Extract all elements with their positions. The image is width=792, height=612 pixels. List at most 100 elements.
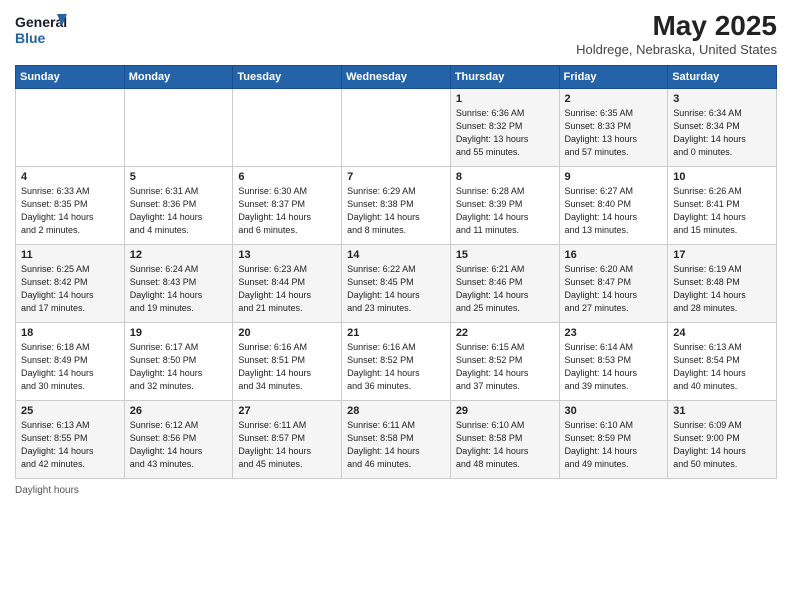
calendar-cell bbox=[124, 89, 233, 167]
day-info: Sunrise: 6:16 AM Sunset: 8:52 PM Dayligh… bbox=[347, 341, 445, 393]
day-number: 7 bbox=[347, 171, 445, 183]
day-info: Sunrise: 6:10 AM Sunset: 8:59 PM Dayligh… bbox=[565, 419, 663, 471]
day-info: Sunrise: 6:29 AM Sunset: 8:38 PM Dayligh… bbox=[347, 185, 445, 237]
day-number: 10 bbox=[673, 171, 771, 183]
daylight-label: Daylight hours bbox=[15, 485, 79, 496]
calendar-header-row: SundayMondayTuesdayWednesdayThursdayFrid… bbox=[16, 66, 777, 89]
day-number: 6 bbox=[238, 171, 336, 183]
calendar-week-3: 11 Sunrise: 6:25 AM Sunset: 8:42 PM Dayli… bbox=[16, 245, 777, 323]
subtitle: Holdrege, Nebraska, United States bbox=[576, 42, 777, 57]
day-info: Sunrise: 6:26 AM Sunset: 8:41 PM Dayligh… bbox=[673, 185, 771, 237]
calendar-cell: 4 Sunrise: 6:33 AM Sunset: 8:35 PM Daylig… bbox=[16, 167, 125, 245]
day-info: Sunrise: 6:09 AM Sunset: 9:00 PM Dayligh… bbox=[673, 419, 771, 471]
calendar-cell: 25 Sunrise: 6:13 AM Sunset: 8:55 PM Dayli… bbox=[16, 401, 125, 479]
day-number: 19 bbox=[130, 327, 228, 339]
day-number: 17 bbox=[673, 249, 771, 261]
day-number: 24 bbox=[673, 327, 771, 339]
column-header-monday: Monday bbox=[124, 66, 233, 89]
calendar-table: SundayMondayTuesdayWednesdayThursdayFrid… bbox=[15, 65, 777, 479]
calendar-cell: 8Sunrise: 6:28 AM Sunset: 8:39 PM Daylig… bbox=[450, 167, 559, 245]
day-number: 25 bbox=[21, 405, 119, 417]
calendar-cell: 22Sunrise: 6:15 AM Sunset: 8:52 PM Dayli… bbox=[450, 323, 559, 401]
calendar-cell: 15 Sunrise: 6:21 AM Sunset: 8:46 PM Dayli… bbox=[450, 245, 559, 323]
header: GeneralBlue May 2025 Holdrege, Nebraska,… bbox=[15, 10, 777, 57]
day-info: Sunrise: 6:21 AM Sunset: 8:46 PM Dayligh… bbox=[456, 263, 554, 315]
day-info: Sunrise: 6:33 AM Sunset: 8:35 PM Dayligh… bbox=[21, 185, 119, 237]
day-number: 14 bbox=[347, 249, 445, 261]
main-title: May 2025 bbox=[576, 10, 777, 42]
calendar-cell: 26 Sunrise: 6:12 AM Sunset: 8:56 PM Dayli… bbox=[124, 401, 233, 479]
calendar-week-4: 18 Sunrise: 6:18 AM Sunset: 8:49 PM Dayli… bbox=[16, 323, 777, 401]
day-info: Sunrise: 6:17 AM Sunset: 8:50 PM Dayligh… bbox=[130, 341, 228, 393]
day-number: 22 bbox=[456, 327, 554, 339]
column-header-sunday: Sunday bbox=[16, 66, 125, 89]
day-info: Sunrise: 6:20 AM Sunset: 8:47 PM Dayligh… bbox=[565, 263, 663, 315]
calendar-week-1: 1 Sunrise: 6:36 AM Sunset: 8:32 PM Daylig… bbox=[16, 89, 777, 167]
day-info: Sunrise: 6:16 AM Sunset: 8:51 PM Dayligh… bbox=[238, 341, 336, 393]
page: GeneralBlue May 2025 Holdrege, Nebraska,… bbox=[0, 0, 792, 612]
calendar-cell: 20 Sunrise: 6:16 AM Sunset: 8:51 PM Dayli… bbox=[233, 323, 342, 401]
day-number: 4 bbox=[21, 171, 119, 183]
day-number: 2 bbox=[565, 93, 663, 105]
calendar-cell: 28Sunrise: 6:11 AM Sunset: 8:58 PM Dayli… bbox=[342, 401, 451, 479]
day-info: Sunrise: 6:23 AM Sunset: 8:44 PM Dayligh… bbox=[238, 263, 336, 315]
day-info: Sunrise: 6:13 AM Sunset: 8:54 PM Dayligh… bbox=[673, 341, 771, 393]
calendar-cell: 13 Sunrise: 6:23 AM Sunset: 8:44 PM Dayli… bbox=[233, 245, 342, 323]
day-info: Sunrise: 6:14 AM Sunset: 8:53 PM Dayligh… bbox=[565, 341, 663, 393]
calendar-cell: 17 Sunrise: 6:19 AM Sunset: 8:48 PM Dayli… bbox=[668, 245, 777, 323]
calendar-cell: 30Sunrise: 6:10 AM Sunset: 8:59 PM Dayli… bbox=[559, 401, 668, 479]
calendar-cell: 10 Sunrise: 6:26 AM Sunset: 8:41 PM Dayli… bbox=[668, 167, 777, 245]
calendar-cell: 19 Sunrise: 6:17 AM Sunset: 8:50 PM Dayli… bbox=[124, 323, 233, 401]
day-info: Sunrise: 6:36 AM Sunset: 8:32 PM Dayligh… bbox=[456, 107, 554, 159]
calendar-cell: 6 Sunrise: 6:30 AM Sunset: 8:37 PM Daylig… bbox=[233, 167, 342, 245]
day-number: 26 bbox=[130, 405, 228, 417]
day-info: Sunrise: 6:13 AM Sunset: 8:55 PM Dayligh… bbox=[21, 419, 119, 471]
day-info: Sunrise: 6:25 AM Sunset: 8:42 PM Dayligh… bbox=[21, 263, 119, 315]
footer: Daylight hours bbox=[15, 485, 777, 496]
calendar-cell: 11 Sunrise: 6:25 AM Sunset: 8:42 PM Dayli… bbox=[16, 245, 125, 323]
calendar-cell: 9Sunrise: 6:27 AM Sunset: 8:40 PM Daylig… bbox=[559, 167, 668, 245]
logo: GeneralBlue bbox=[15, 10, 70, 48]
calendar-cell: 23 Sunrise: 6:14 AM Sunset: 8:53 PM Dayli… bbox=[559, 323, 668, 401]
calendar-cell: 27 Sunrise: 6:11 AM Sunset: 8:57 PM Dayli… bbox=[233, 401, 342, 479]
calendar-cell: 18 Sunrise: 6:18 AM Sunset: 8:49 PM Dayli… bbox=[16, 323, 125, 401]
calendar-cell: 3Sunrise: 6:34 AM Sunset: 8:34 PM Daylig… bbox=[668, 89, 777, 167]
day-number: 5 bbox=[130, 171, 228, 183]
day-info: Sunrise: 6:18 AM Sunset: 8:49 PM Dayligh… bbox=[21, 341, 119, 393]
day-number: 1 bbox=[456, 93, 554, 105]
column-header-tuesday: Tuesday bbox=[233, 66, 342, 89]
calendar-cell: 12Sunrise: 6:24 AM Sunset: 8:43 PM Dayli… bbox=[124, 245, 233, 323]
calendar-week-5: 25 Sunrise: 6:13 AM Sunset: 8:55 PM Dayli… bbox=[16, 401, 777, 479]
day-number: 31 bbox=[673, 405, 771, 417]
day-number: 23 bbox=[565, 327, 663, 339]
day-info: Sunrise: 6:28 AM Sunset: 8:39 PM Dayligh… bbox=[456, 185, 554, 237]
column-header-wednesday: Wednesday bbox=[342, 66, 451, 89]
day-number: 16 bbox=[565, 249, 663, 261]
calendar-cell: 31 Sunrise: 6:09 AM Sunset: 9:00 PM Dayli… bbox=[668, 401, 777, 479]
day-number: 29 bbox=[456, 405, 554, 417]
day-number: 15 bbox=[456, 249, 554, 261]
calendar-week-2: 4 Sunrise: 6:33 AM Sunset: 8:35 PM Daylig… bbox=[16, 167, 777, 245]
day-number: 27 bbox=[238, 405, 336, 417]
calendar-cell: 2 Sunrise: 6:35 AM Sunset: 8:33 PM Daylig… bbox=[559, 89, 668, 167]
day-number: 18 bbox=[21, 327, 119, 339]
day-info: Sunrise: 6:30 AM Sunset: 8:37 PM Dayligh… bbox=[238, 185, 336, 237]
column-header-friday: Friday bbox=[559, 66, 668, 89]
column-header-thursday: Thursday bbox=[450, 66, 559, 89]
day-info: Sunrise: 6:11 AM Sunset: 8:57 PM Dayligh… bbox=[238, 419, 336, 471]
day-info: Sunrise: 6:12 AM Sunset: 8:56 PM Dayligh… bbox=[130, 419, 228, 471]
calendar-cell bbox=[342, 89, 451, 167]
day-info: Sunrise: 6:35 AM Sunset: 8:33 PM Dayligh… bbox=[565, 107, 663, 159]
day-number: 3 bbox=[673, 93, 771, 105]
calendar-cell: 5 Sunrise: 6:31 AM Sunset: 8:36 PM Daylig… bbox=[124, 167, 233, 245]
svg-text:Blue: Blue bbox=[15, 30, 46, 46]
calendar-cell: 29Sunrise: 6:10 AM Sunset: 8:58 PM Dayli… bbox=[450, 401, 559, 479]
day-info: Sunrise: 6:22 AM Sunset: 8:45 PM Dayligh… bbox=[347, 263, 445, 315]
day-info: Sunrise: 6:31 AM Sunset: 8:36 PM Dayligh… bbox=[130, 185, 228, 237]
day-number: 9 bbox=[565, 171, 663, 183]
day-number: 11 bbox=[21, 249, 119, 261]
day-number: 13 bbox=[238, 249, 336, 261]
day-number: 20 bbox=[238, 327, 336, 339]
day-info: Sunrise: 6:19 AM Sunset: 8:48 PM Dayligh… bbox=[673, 263, 771, 315]
logo-svg: GeneralBlue bbox=[15, 10, 70, 48]
